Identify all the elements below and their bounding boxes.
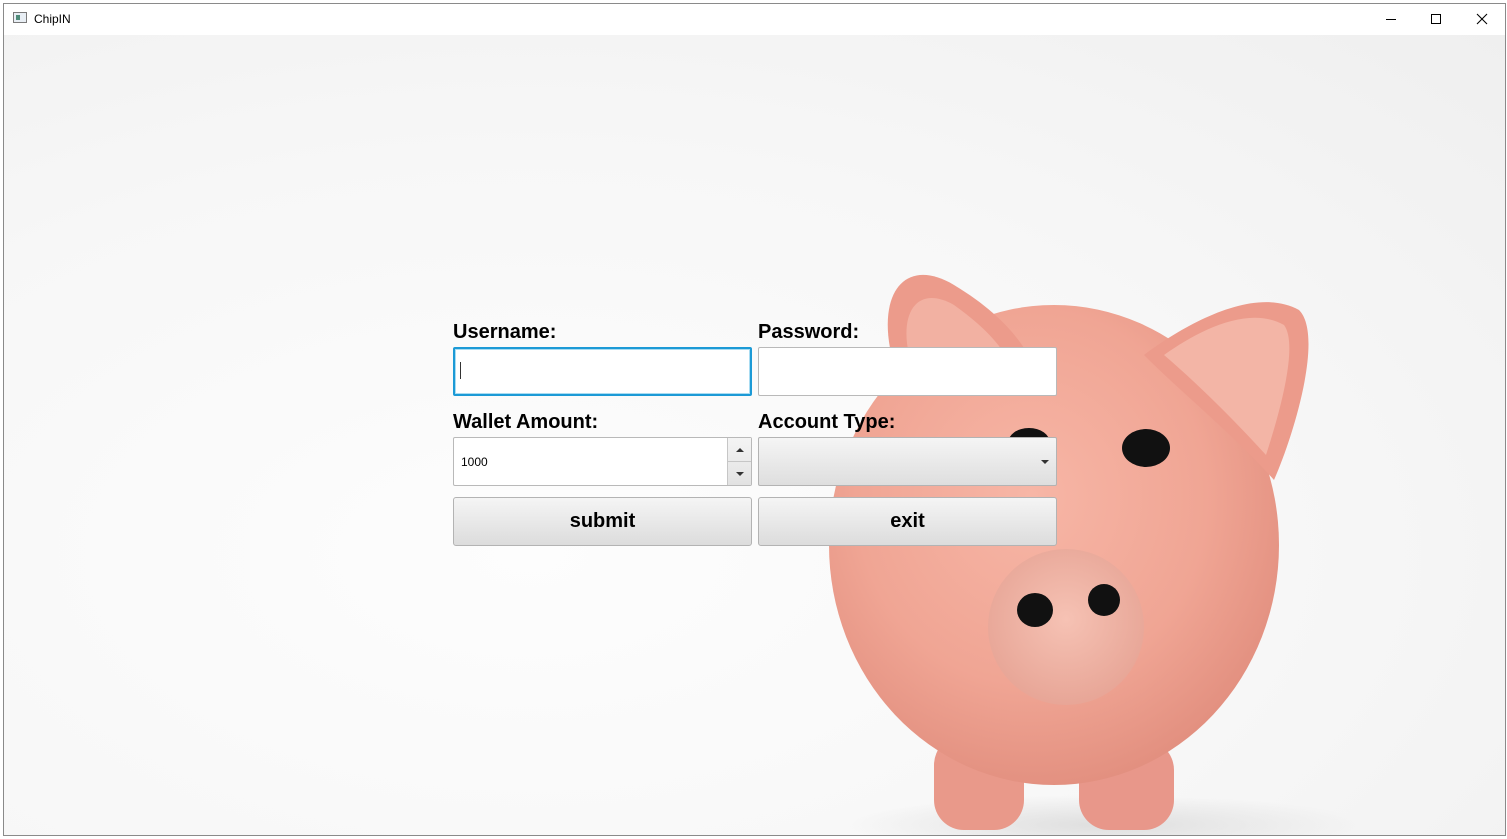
spinner-buttons (727, 438, 751, 485)
minimize-button[interactable] (1368, 4, 1414, 34)
submit-button[interactable]: submit (453, 497, 752, 546)
text-caret (460, 362, 461, 379)
wallet-amount-label: Wallet Amount: (453, 411, 599, 433)
decrement-button[interactable] (728, 462, 751, 485)
maximize-icon (1431, 14, 1441, 24)
maximize-button[interactable] (1413, 4, 1459, 34)
app-window: ChipIN Username: Password: Wallet Amount… (3, 3, 1506, 836)
wallet-amount-value: 1000 (461, 455, 488, 469)
username-field-wrap (453, 347, 752, 396)
close-button[interactable] (1459, 4, 1505, 34)
exit-button[interactable]: exit (758, 497, 1057, 546)
minimize-icon (1386, 19, 1396, 20)
app-window-icon (13, 12, 27, 23)
increment-button[interactable] (728, 438, 751, 462)
arrow-up-icon (735, 447, 744, 452)
window-title: ChipIN (34, 12, 71, 26)
account-type-dropdown[interactable] (758, 437, 1057, 486)
form-pane: Username: Password: Wallet Amount: 1000 … (4, 35, 1505, 835)
username-input[interactable] (453, 347, 752, 396)
account-type-label: Account Type: (758, 411, 896, 433)
title-bar[interactable]: ChipIN (4, 4, 1505, 35)
password-label: Password: (758, 321, 860, 343)
arrow-down-icon (735, 471, 744, 476)
wallet-amount-spinner[interactable]: 1000 (453, 437, 752, 486)
chevron-down-icon (1041, 460, 1049, 464)
close-icon (1476, 13, 1488, 25)
username-label: Username: (453, 321, 557, 343)
password-input[interactable] (758, 347, 1057, 396)
